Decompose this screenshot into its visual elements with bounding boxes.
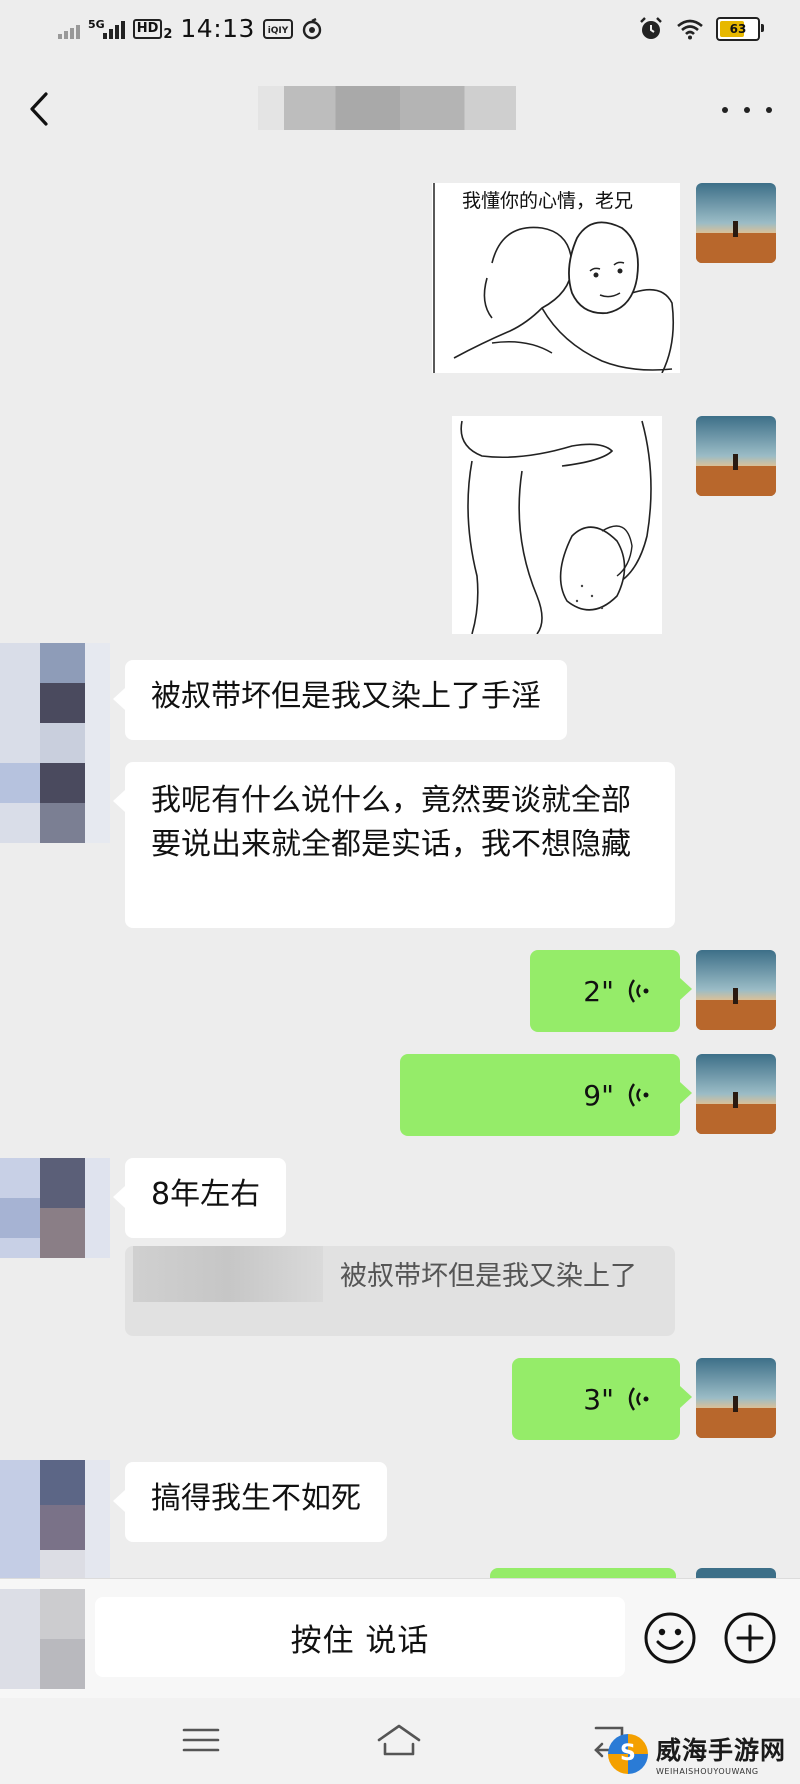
battery-level: 63: [729, 22, 747, 36]
beach-sunset-avatar-image: [696, 1358, 776, 1438]
voice-message-bubble-partial[interactable]: [490, 1568, 676, 1578]
hd-voice-badge: HD: [132, 18, 163, 39]
music-app-icon: [302, 17, 322, 39]
voice-message-bubble[interactable]: 3": [512, 1358, 692, 1440]
quoted-text: 被叔带坏但是我又染上了: [340, 1261, 637, 1292]
chevron-left-icon[interactable]: [22, 84, 62, 134]
input-bar: 按住 说话: [0, 1578, 800, 1699]
sticker-caption: 我懂你的心情，老兄: [462, 190, 633, 212]
contact-avatar-blurred-edge: [0, 1589, 85, 1689]
beach-sunset-avatar-image: [696, 416, 776, 496]
smiley-icon[interactable]: [643, 1611, 697, 1665]
voice-message-bubble[interactable]: 9": [400, 1054, 692, 1136]
my-avatar[interactable]: [696, 950, 776, 1030]
received-message-bubble[interactable]: 我呢有什么说什么，竟然要谈就全部要说出来就全都是实话，我不想隐藏: [113, 762, 675, 928]
watermark-logo: S: [607, 1733, 648, 1774]
signal-icon: [58, 19, 80, 39]
pixelated-avatar-image: [0, 1158, 110, 1258]
my-avatar[interactable]: [696, 416, 776, 496]
voice-message-bubble[interactable]: 2": [530, 950, 692, 1032]
contact-avatar-blurred[interactable]: [0, 1460, 110, 1578]
pixelated-avatar-image: [0, 1460, 110, 1578]
system-navigation-bar: S 威海手游网 WEIHAISHOUYOUWANG: [0, 1698, 800, 1784]
my-avatar-partial[interactable]: [696, 1568, 776, 1578]
received-message-bubble[interactable]: 8年左右: [112, 1158, 287, 1238]
contact-avatar-blurred[interactable]: [0, 1158, 110, 1258]
hold-to-talk-button[interactable]: 按住 说话: [95, 1597, 625, 1677]
received-message-bubble[interactable]: 搞得我生不如死: [113, 1462, 387, 1542]
voice-wave-icon: [628, 1387, 649, 1411]
pixelated-avatar-image: [0, 643, 110, 843]
voice-wave-icon: [628, 979, 649, 1003]
sticker-image-top[interactable]: 我懂你的心情，老兄: [432, 183, 680, 373]
ellipsis-icon[interactable]: [722, 90, 772, 130]
site-watermark: S 威海手游网 WEIHAISHOUYOUWANG: [607, 1731, 786, 1776]
message-text: 被叔带坏但是我又染上了手淫: [151, 679, 541, 714]
hd-sub: 2: [163, 27, 173, 42]
my-avatar[interactable]: [696, 1358, 776, 1438]
clock: 14:13: [180, 14, 255, 43]
received-message-bubble[interactable]: 被叔带坏但是我又染上了手淫: [113, 660, 567, 740]
watermark-name: 威海手游网: [655, 1736, 786, 1765]
quoted-message[interactable]: 被叔带坏但是我又染上了: [125, 1246, 675, 1336]
voice-wave-icon: [628, 1083, 649, 1107]
message-text: 我呢有什么说什么，竟然要谈就全部要说出来就全都是实话，我不想隐藏: [151, 783, 631, 862]
5g-signal-icon: 5G: [88, 17, 125, 39]
message-text: 8年左右: [151, 1177, 261, 1212]
home-icon[interactable]: [374, 1720, 424, 1760]
wifi-icon: [677, 19, 703, 40]
beach-sunset-avatar-image: [696, 950, 776, 1030]
iqiyi-icon: iQIY: [262, 18, 293, 39]
chat-header: [0, 62, 800, 158]
voice-duration: 9": [583, 1078, 614, 1112]
svg-text:iQIY: iQIY: [268, 26, 289, 36]
sticker-image-bottom[interactable]: [452, 416, 662, 634]
watermark-domain: WEIHAISHOUYOUWANG: [655, 1767, 759, 1776]
network-type: 5G: [88, 17, 105, 31]
pixelated-avatar-image: [0, 1589, 85, 1689]
my-avatar[interactable]: [696, 1054, 776, 1134]
voice-duration: 3": [583, 1382, 614, 1416]
status-right: 63: [638, 16, 764, 42]
beach-sunset-avatar-image: [696, 183, 776, 263]
quoted-sender-blurred: [133, 1246, 323, 1302]
beach-sunset-avatar-image: [696, 1054, 776, 1134]
voice-duration: 2": [583, 974, 614, 1008]
status-left: 5G HD 2 14:13 iQIY: [58, 14, 323, 43]
status-bar: 5G HD 2 14:13 iQIY 63: [0, 0, 800, 62]
alarm-icon: [640, 17, 662, 39]
menu-icon[interactable]: [176, 1720, 226, 1760]
plus-circle-icon[interactable]: [723, 1611, 777, 1665]
contact-name-blurred: [258, 86, 516, 130]
battery-icon: 63: [716, 17, 764, 41]
contact-avatar-blurred[interactable]: [0, 643, 110, 843]
my-avatar[interactable]: [696, 183, 776, 263]
message-text: 搞得我生不如死: [151, 1481, 361, 1516]
message-list[interactable]: 我懂你的心情，老兄 被叔带坏但是我又染上了手淫 我呢有什么说什么，竟然要谈就全部…: [0, 158, 800, 1578]
